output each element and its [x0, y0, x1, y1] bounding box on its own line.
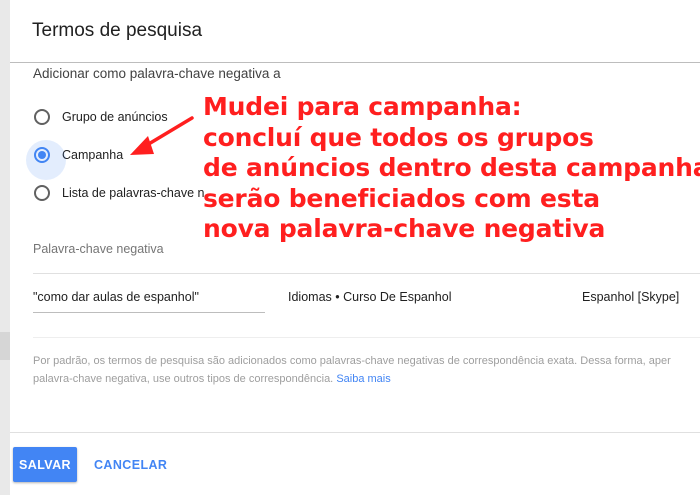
- option-keyword-list[interactable]: Lista de palavras-chave n: [34, 182, 204, 204]
- annotation-line-1: Mudei para campanha:: [203, 92, 522, 121]
- column-header-divider: [33, 273, 700, 274]
- search-terms-dialog: Termos de pesquisa Adicionar como palavr…: [10, 0, 700, 495]
- annotation-arrow-icon: [130, 116, 194, 155]
- keyword-input-underline: [33, 312, 265, 313]
- annotation-line-5: nova palavra-chave negativa: [203, 214, 606, 243]
- add-as-negative-label: Adicionar como palavra-chave negativa a: [33, 66, 281, 81]
- annotation-line-2: concluí que todos os grupos: [203, 122, 594, 152]
- ad-group-cell: Idiomas • Curso De Espanhol: [288, 290, 452, 304]
- negative-keyword-column-label: Palavra-chave negativa: [33, 242, 164, 256]
- dialog-header: Termos de pesquisa: [10, 0, 700, 63]
- help-text-line-1: Por padrão, os termos de pesquisa são ad…: [33, 355, 671, 367]
- background-panel-edge: [0, 332, 10, 360]
- option-keyword-list-label: Lista de palavras-chave n: [62, 186, 205, 200]
- annotation-line-3: de anúncios dentro desta campanha: [203, 153, 700, 182]
- radio-campaign[interactable]: [26, 140, 66, 180]
- campaign-cell: Espanhol [Skype]: [582, 290, 680, 304]
- row-divider: [33, 337, 700, 338]
- annotation-line-4: serão beneficiados com esta: [203, 183, 600, 213]
- help-text-line-2-text: palavra-chave negativa, use outros tipos…: [33, 373, 334, 385]
- help-text: Por padrão, os termos de pesquisa são ad…: [33, 352, 700, 388]
- footer-divider: [10, 432, 700, 433]
- option-campaign[interactable]: Campanha: [26, 140, 124, 180]
- learn-more-link[interactable]: Saiba mais: [336, 373, 390, 385]
- keyword-cell[interactable]: "como dar aulas de espanhol": [33, 290, 199, 304]
- cancel-button[interactable]: CANCELAR: [86, 447, 175, 482]
- annotation-overlay: Mudei para campanha: concluí que todos o…: [203, 92, 700, 245]
- radio-focus-halo: [26, 140, 66, 180]
- option-campaign-label: Campanha: [62, 148, 124, 162]
- radio-ad-group[interactable]: [34, 109, 50, 125]
- help-text-line-2: palavra-chave negativa, use outros tipos…: [33, 370, 700, 388]
- radio-keyword-list[interactable]: [34, 185, 50, 201]
- dialog-title: Termos de pesquisa: [32, 20, 203, 41]
- save-button[interactable]: SALVAR: [13, 447, 77, 482]
